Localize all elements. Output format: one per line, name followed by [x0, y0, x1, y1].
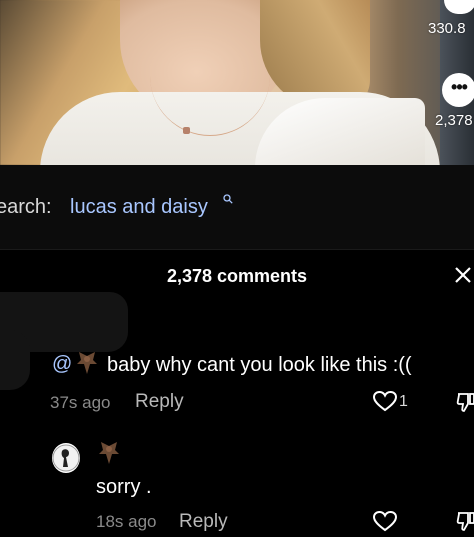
reply-button[interactable]: Reply — [179, 511, 228, 533]
search-icon[interactable] — [223, 194, 233, 204]
avatar[interactable] — [52, 443, 80, 473]
comment-text: baby why cant you look like this :(( — [107, 354, 412, 376]
dislike-icon[interactable] — [456, 510, 474, 532]
search-term-link[interactable]: lucas and daisy — [70, 196, 208, 219]
bat-emoji-icon — [99, 442, 119, 464]
reply-button[interactable]: Reply — [135, 391, 184, 413]
dislike-icon[interactable] — [456, 391, 474, 413]
search-prefix: earch: — [0, 196, 52, 218]
comments-count-title: 2,378 comments — [166, 266, 308, 286]
redaction-mark — [0, 330, 30, 390]
heart-icon[interactable] — [372, 390, 398, 412]
like-count: 330.8 — [428, 20, 466, 37]
comment-timestamp: 37s ago — [50, 393, 111, 412]
pendant — [183, 127, 190, 134]
comment-count: 2,378 — [435, 112, 473, 129]
comment-like-count: 1 — [399, 393, 408, 410]
comment-text: sorry . — [96, 476, 152, 498]
bat-emoji-icon — [77, 352, 97, 374]
mention-tag[interactable]: @ — [52, 353, 72, 376]
close-icon[interactable] — [452, 264, 474, 286]
heart-icon[interactable] — [372, 510, 398, 532]
avatar-figure-icon — [52, 444, 80, 472]
comments-bubble-icon[interactable]: ••• — [442, 73, 474, 107]
divider — [0, 249, 474, 250]
comment-timestamp: 18s ago — [96, 512, 157, 531]
video-frame[interactable] — [0, 0, 474, 165]
